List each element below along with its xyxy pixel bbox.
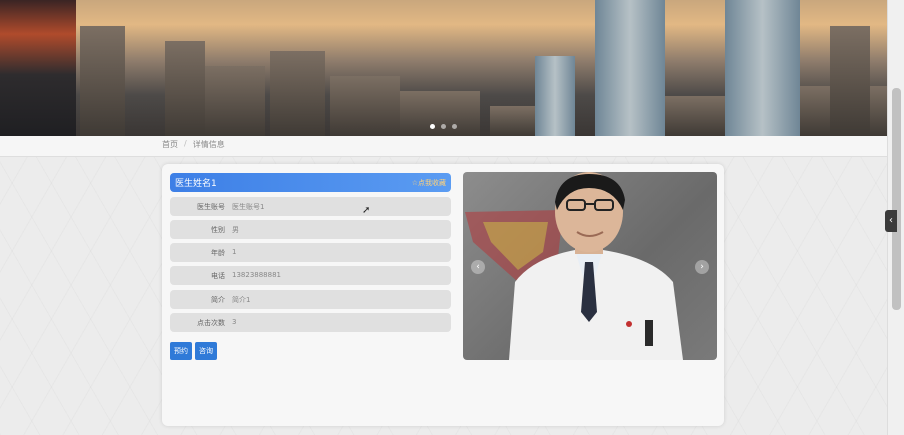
- field-value: 医生账号1: [232, 203, 265, 211]
- carousel-dot[interactable]: [430, 124, 435, 129]
- breadcrumb-separator: /: [184, 139, 187, 148]
- banner-left-slice: [0, 0, 76, 136]
- field-label: 点击次数: [197, 319, 225, 327]
- field-value: 男: [232, 226, 239, 234]
- consult-button[interactable]: 咨询: [195, 342, 217, 360]
- banner-carousel: [0, 0, 888, 136]
- field-value: 1: [232, 248, 237, 256]
- field-row: 电话 13823888881: [170, 266, 451, 285]
- field-label: 年龄: [211, 249, 225, 257]
- breadcrumb-current: 详情信息: [192, 140, 225, 149]
- field-value: 3: [232, 318, 237, 326]
- field-label: 电话: [211, 272, 225, 280]
- carousel-prev-button[interactable]: ‹: [471, 260, 485, 274]
- carousel-next-button[interactable]: ›: [695, 260, 709, 274]
- carousel-indicator[interactable]: [430, 124, 457, 129]
- doctor-photo-carousel: ‹ ›: [463, 172, 717, 360]
- field-value: 简介1: [232, 296, 251, 304]
- breadcrumb: 首页 / 详情信息: [162, 139, 225, 150]
- book-button[interactable]: 预约: [170, 342, 192, 360]
- doctor-photo: [465, 172, 683, 360]
- carousel-dot[interactable]: [452, 124, 457, 129]
- breadcrumb-home[interactable]: 首页: [162, 139, 178, 150]
- scrollbar-thumb[interactable]: [892, 88, 901, 310]
- carousel-dot[interactable]: [441, 124, 446, 129]
- field-label: 性别: [211, 226, 225, 234]
- field-row: 年龄 1: [170, 243, 451, 262]
- field-label: 简介: [211, 296, 225, 304]
- favorite-button[interactable]: ☆点我收藏: [412, 178, 446, 188]
- doctor-name: 医生姓名1: [175, 179, 217, 189]
- doctor-name-bar: 医生姓名1 ☆点我收藏: [170, 173, 451, 192]
- side-toggle-button[interactable]: ‹: [885, 210, 897, 232]
- field-label: 医生账号: [197, 203, 225, 211]
- mouse-cursor-icon: ➚: [362, 205, 371, 216]
- breadcrumb-bar: 首页 / 详情信息: [0, 136, 888, 157]
- field-row: 性别 男: [170, 220, 451, 239]
- field-row: 简介 简介1: [170, 290, 451, 309]
- field-value: 13823888881: [232, 271, 281, 279]
- field-row: 医生账号 医生账号1: [170, 197, 451, 216]
- field-row: 点击次数 3: [170, 313, 451, 332]
